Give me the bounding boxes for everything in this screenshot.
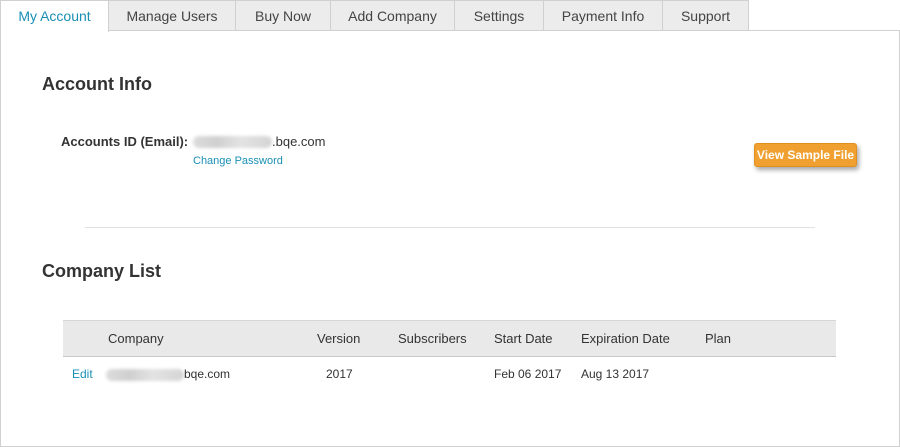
- company-version: 2017: [326, 367, 353, 381]
- company-start-date: Feb 06 2017: [494, 367, 562, 381]
- column-header-subscribers[interactable]: Subscribers: [398, 331, 467, 346]
- column-header-expiration-date[interactable]: Expiration Date: [581, 331, 670, 346]
- company-list-heading: Company List: [42, 261, 162, 281]
- column-header-start-date[interactable]: Start Date: [494, 331, 553, 346]
- tab-support[interactable]: Support: [662, 0, 749, 31]
- view-sample-file-button[interactable]: View Sample File: [754, 143, 857, 167]
- tab-manage-users[interactable]: Manage Users: [108, 0, 236, 31]
- account-id-redacted: [193, 136, 272, 148]
- company-expiration-date: Aug 13 2017: [581, 367, 650, 381]
- tab-add-company[interactable]: Add Company: [330, 0, 455, 31]
- company-table-header: Company Version Subscribers Start Date E…: [63, 320, 836, 357]
- tab-settings[interactable]: Settings: [454, 0, 544, 31]
- account-info-heading: Account Info: [42, 74, 152, 94]
- tab-payment-info[interactable]: Payment Info: [543, 0, 663, 31]
- section-divider: [85, 227, 815, 228]
- change-password-link[interactable]: Change Password: [193, 155, 283, 167]
- company-domain: bqe.com: [184, 367, 231, 381]
- account-id-label: Accounts ID (Email):: [61, 134, 189, 149]
- tab-bar: My Account Manage Users Buy Now Add Comp…: [0, 0, 900, 32]
- edit-company-link[interactable]: Edit: [72, 367, 93, 381]
- column-header-plan[interactable]: Plan: [705, 331, 731, 346]
- column-header-company[interactable]: Company: [108, 331, 164, 346]
- account-id-domain: .bqe.com: [272, 134, 326, 149]
- tab-my-account[interactable]: My Account: [0, 0, 109, 32]
- company-name-redacted: [106, 369, 184, 381]
- tab-buy-now[interactable]: Buy Now: [235, 0, 331, 31]
- column-header-version[interactable]: Version: [317, 331, 360, 346]
